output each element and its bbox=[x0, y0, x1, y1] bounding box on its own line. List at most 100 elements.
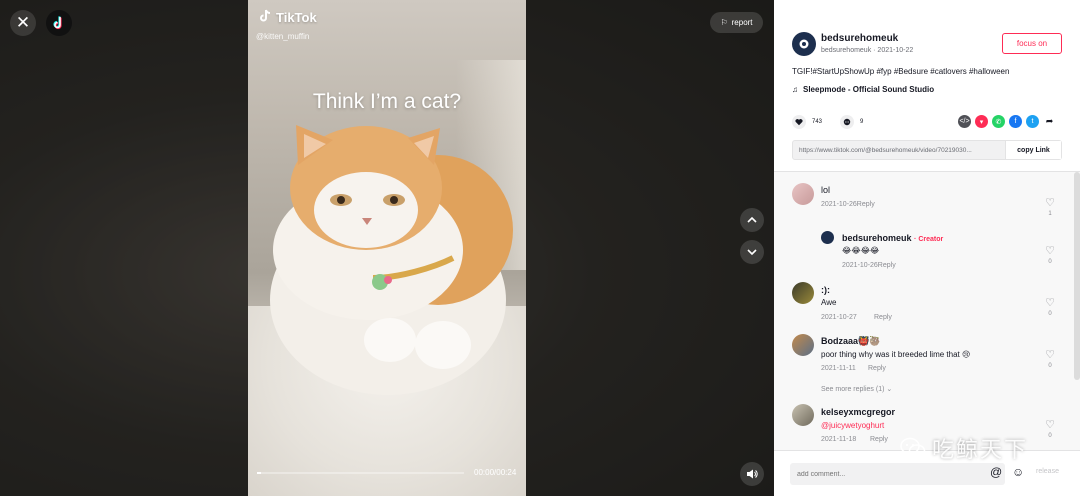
video-description: TGIF!#StartUpShowUp #fyp #Bedsure #catlo… bbox=[792, 67, 1010, 76]
comment-like-count: 0 bbox=[1048, 363, 1052, 369]
tiktok-logo-icon bbox=[53, 16, 62, 30]
chevron-up-icon bbox=[747, 216, 757, 223]
comment-author[interactable]: bedsurehomeuk · Creator bbox=[842, 233, 943, 243]
comment-author[interactable]: :): bbox=[821, 285, 830, 295]
avatar[interactable] bbox=[792, 282, 814, 304]
mention-icon[interactable]: @ bbox=[990, 465, 1002, 479]
comment-like-count: 0 bbox=[1048, 259, 1052, 265]
time-readout: 00:00/00:24 bbox=[474, 468, 517, 477]
chevron-down-icon: ⌄ bbox=[886, 386, 893, 393]
previous-video-button[interactable] bbox=[740, 208, 764, 232]
post-comment-button[interactable]: release bbox=[1036, 468, 1059, 475]
report-button[interactable]: ⚐ report bbox=[710, 12, 763, 33]
heart-icon: ♡ bbox=[1045, 197, 1055, 209]
see-more-replies-label: See more replies (1) bbox=[821, 386, 885, 393]
comment-like[interactable]: ♡ 1 bbox=[1043, 196, 1057, 217]
blurred-background-right bbox=[526, 0, 774, 496]
wechat-icon bbox=[900, 437, 926, 458]
brand-avatar-icon bbox=[799, 39, 809, 49]
author-name[interactable]: bedsurehomeuk bbox=[821, 33, 898, 44]
video-player[interactable] bbox=[248, 0, 526, 496]
comment-icon bbox=[840, 115, 855, 129]
engagement-stats: 743 9 bbox=[792, 115, 863, 129]
send-icon[interactable]: ▾ bbox=[975, 115, 988, 128]
flag-icon: ⚐ bbox=[720, 18, 728, 27]
share-arrow-icon[interactable]: ➦ bbox=[1043, 115, 1056, 128]
progress-bar[interactable] bbox=[257, 472, 464, 474]
comment-mention[interactable]: @juicywetyoghurt bbox=[821, 421, 884, 430]
comment-list[interactable]: lol 2021-10-26Reply ♡ 1 bedsurehomeuk · … bbox=[774, 172, 1080, 450]
comment-item: :): Awe 2021-10-27 Reply ♡ 0 bbox=[774, 276, 1080, 328]
chevron-down-icon bbox=[747, 249, 757, 256]
tiktok-watermark: TikTok bbox=[258, 9, 317, 26]
comment-author[interactable]: Bodzaaa👹🦥 bbox=[821, 336, 880, 347]
comment-like-count: 0 bbox=[1048, 433, 1052, 439]
watermark-text: 吃鲸天下 bbox=[932, 438, 1029, 463]
comment-meta[interactable]: 2021-10-26Reply bbox=[821, 201, 875, 208]
comment-like-count: 0 bbox=[1048, 311, 1052, 317]
twitter-icon[interactable]: t bbox=[1026, 115, 1039, 128]
report-label: report bbox=[731, 18, 753, 27]
video-caption: Think I’m a cat? bbox=[312, 90, 462, 113]
comment-date: 2021-11-11 bbox=[821, 365, 856, 372]
close-icon: ✕ bbox=[15, 13, 31, 32]
avatar[interactable] bbox=[792, 183, 814, 205]
copy-link-button[interactable]: copy Link bbox=[1005, 141, 1061, 159]
comment-author[interactable]: lol bbox=[821, 185, 830, 195]
details-panel: bedsurehomeuk bedsurehomeuk · 2021-10-22… bbox=[774, 0, 1080, 496]
music-title: Sleepmode - Official Sound Studio bbox=[803, 85, 935, 94]
volume-icon bbox=[747, 469, 758, 479]
avatar[interactable] bbox=[821, 231, 834, 244]
comment-author[interactable]: kelseyxmcgregor bbox=[821, 407, 895, 417]
next-video-button[interactable] bbox=[740, 240, 764, 264]
comment-like[interactable]: ♡ 0 bbox=[1043, 348, 1057, 369]
heart-icon: ♡ bbox=[1045, 419, 1055, 431]
comment-meta[interactable]: 2021-10-26Reply bbox=[842, 262, 896, 269]
music-link[interactable]: ♫ Sleepmode - Official Sound Studio bbox=[792, 85, 934, 94]
watermark: 吃鲸天下 bbox=[900, 432, 1028, 464]
reply-link[interactable]: Reply bbox=[874, 314, 892, 321]
comment-input[interactable] bbox=[790, 463, 1005, 485]
facebook-icon[interactable]: f bbox=[1009, 115, 1022, 128]
app-logo[interactable] bbox=[46, 10, 72, 36]
emoji-icon[interactable]: ☺ bbox=[1012, 465, 1024, 479]
comment-like[interactable]: ♡ 0 bbox=[1043, 244, 1057, 265]
music-note-icon: ♫ bbox=[792, 85, 798, 94]
follow-button[interactable]: focus on bbox=[1002, 33, 1062, 54]
see-more-replies-button[interactable]: See more replies (1) ⌄ bbox=[821, 385, 892, 393]
heart-icon bbox=[792, 115, 806, 129]
avatar[interactable] bbox=[792, 334, 814, 356]
comment-like-count: 1 bbox=[1048, 211, 1052, 217]
embed-icon[interactable]: </> bbox=[958, 115, 971, 128]
comment-like[interactable]: ♡ 0 bbox=[1043, 418, 1057, 439]
comment-count: 9 bbox=[860, 119, 864, 125]
like-count: 743 bbox=[812, 119, 823, 125]
author-avatar[interactable] bbox=[792, 32, 816, 56]
comment-author-name: bedsurehomeuk bbox=[842, 233, 912, 243]
comment-scrollbar[interactable] bbox=[1074, 172, 1080, 380]
share-link-url[interactable]: https://www.tiktok.com/@bedsurehomeuk/vi… bbox=[793, 147, 1005, 154]
comment-text: 😂😂😂😂 bbox=[842, 246, 880, 255]
progress-fill bbox=[257, 472, 262, 474]
reply-link[interactable]: Reply bbox=[870, 436, 888, 443]
cat-image bbox=[270, 125, 513, 395]
share-icons: </> ▾ ✆ f t ➦ bbox=[958, 115, 1056, 128]
creator-badge: · Creator bbox=[914, 236, 944, 243]
blurred-background-left bbox=[0, 0, 248, 496]
heart-icon: ♡ bbox=[1045, 297, 1055, 309]
reply-link[interactable]: Reply bbox=[868, 365, 886, 372]
comment-date: 2021-10-27 bbox=[821, 314, 857, 321]
volume-button[interactable] bbox=[740, 462, 764, 486]
tiktok-brand-text: TikTok bbox=[276, 10, 317, 25]
author-handle-date: bedsurehomeuk · 2021-10-22 bbox=[821, 47, 914, 54]
close-button[interactable]: ✕ bbox=[10, 10, 36, 36]
avatar[interactable] bbox=[792, 404, 814, 426]
tiktok-logo-icon bbox=[258, 9, 272, 26]
comment-reply-item: bedsurehomeuk · Creator 😂😂😂😂 2021-10-26R… bbox=[774, 224, 1080, 272]
comment-item: lol 2021-10-26Reply ♡ 1 bbox=[774, 172, 1080, 222]
comment-stat[interactable]: 9 bbox=[840, 115, 863, 129]
whatsapp-icon[interactable]: ✆ bbox=[992, 115, 1005, 128]
comment-like[interactable]: ♡ 0 bbox=[1043, 296, 1057, 317]
video-stage: TikTok @kitten_muffin Think I’m a cat? 0… bbox=[0, 0, 774, 496]
like-stat[interactable]: 743 bbox=[792, 115, 822, 129]
